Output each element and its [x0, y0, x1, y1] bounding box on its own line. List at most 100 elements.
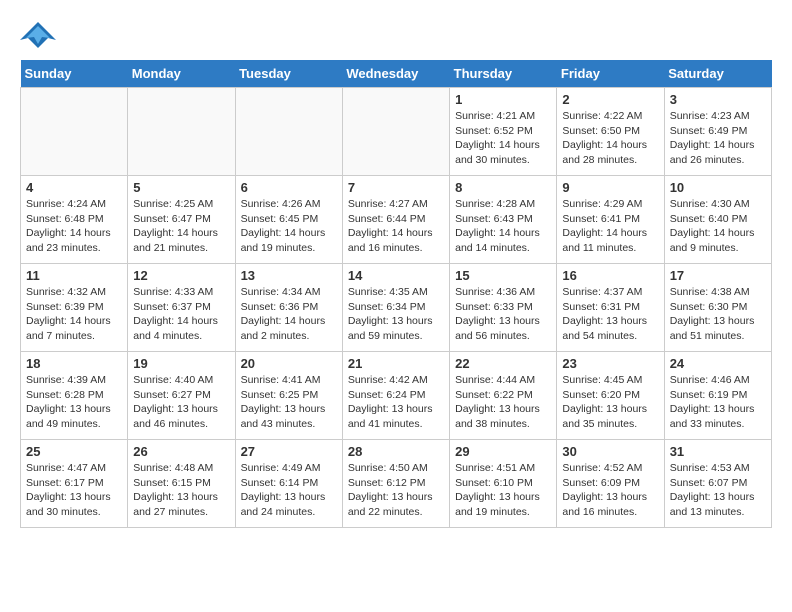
calendar-cell: 3 Sunrise: 4:23 AM Sunset: 6:49 PM Daylig…: [664, 88, 771, 176]
calendar-cell: 25 Sunrise: 4:47 AM Sunset: 6:17 PM Dayli…: [21, 440, 128, 528]
day-detail: Sunrise: 4:48 AM Sunset: 6:15 PM Dayligh…: [133, 461, 229, 520]
day-number: 5: [133, 180, 229, 195]
weekday-header-row: SundayMondayTuesdayWednesdayThursdayFrid…: [21, 60, 772, 88]
day-detail: Sunrise: 4:42 AM Sunset: 6:24 PM Dayligh…: [348, 373, 444, 432]
day-detail: Sunrise: 4:28 AM Sunset: 6:43 PM Dayligh…: [455, 197, 551, 256]
logo-bird-icon: [20, 20, 56, 50]
calendar-cell: [21, 88, 128, 176]
calendar-week-3: 11 Sunrise: 4:32 AM Sunset: 6:39 PM Dayli…: [21, 264, 772, 352]
day-number: 23: [562, 356, 658, 371]
calendar-week-4: 18 Sunrise: 4:39 AM Sunset: 6:28 PM Dayli…: [21, 352, 772, 440]
day-number: 26: [133, 444, 229, 459]
day-detail: Sunrise: 4:39 AM Sunset: 6:28 PM Dayligh…: [26, 373, 122, 432]
day-detail: Sunrise: 4:37 AM Sunset: 6:31 PM Dayligh…: [562, 285, 658, 344]
header: [20, 20, 772, 50]
day-detail: Sunrise: 4:21 AM Sunset: 6:52 PM Dayligh…: [455, 109, 551, 168]
day-detail: Sunrise: 4:45 AM Sunset: 6:20 PM Dayligh…: [562, 373, 658, 432]
calendar-cell: 7 Sunrise: 4:27 AM Sunset: 6:44 PM Daylig…: [342, 176, 449, 264]
day-detail: Sunrise: 4:35 AM Sunset: 6:34 PM Dayligh…: [348, 285, 444, 344]
day-detail: Sunrise: 4:27 AM Sunset: 6:44 PM Dayligh…: [348, 197, 444, 256]
calendar-cell: 29 Sunrise: 4:51 AM Sunset: 6:10 PM Dayli…: [450, 440, 557, 528]
calendar-cell: 14Sunrise: 4:35 AM Sunset: 6:34 PM Dayli…: [342, 264, 449, 352]
weekday-header-wednesday: Wednesday: [342, 60, 449, 88]
calendar-cell: 22 Sunrise: 4:44 AM Sunset: 6:22 PM Dayli…: [450, 352, 557, 440]
calendar-cell: 13 Sunrise: 4:34 AM Sunset: 6:36 PM Dayli…: [235, 264, 342, 352]
day-detail: Sunrise: 4:46 AM Sunset: 6:19 PM Dayligh…: [670, 373, 766, 432]
calendar-cell: 10 Sunrise: 4:30 AM Sunset: 6:40 PM Dayli…: [664, 176, 771, 264]
logo: [20, 20, 60, 50]
day-detail: Sunrise: 4:40 AM Sunset: 6:27 PM Dayligh…: [133, 373, 229, 432]
day-number: 17: [670, 268, 766, 283]
calendar-cell: [235, 88, 342, 176]
day-number: 10: [670, 180, 766, 195]
day-detail: Sunrise: 4:29 AM Sunset: 6:41 PM Dayligh…: [562, 197, 658, 256]
calendar-cell: 17 Sunrise: 4:38 AM Sunset: 6:30 PM Dayli…: [664, 264, 771, 352]
weekday-header-tuesday: Tuesday: [235, 60, 342, 88]
calendar-cell: 26 Sunrise: 4:48 AM Sunset: 6:15 PM Dayli…: [128, 440, 235, 528]
day-number: 8: [455, 180, 551, 195]
calendar-cell: 23 Sunrise: 4:45 AM Sunset: 6:20 PM Dayli…: [557, 352, 664, 440]
calendar-cell: 5 Sunrise: 4:25 AM Sunset: 6:47 PM Daylig…: [128, 176, 235, 264]
calendar-cell: 28 Sunrise: 4:50 AM Sunset: 6:12 PM Dayli…: [342, 440, 449, 528]
day-number: 21: [348, 356, 444, 371]
day-number: 28: [348, 444, 444, 459]
day-detail: Sunrise: 4:53 AM Sunset: 6:07 PM Dayligh…: [670, 461, 766, 520]
day-detail: Sunrise: 4:30 AM Sunset: 6:40 PM Dayligh…: [670, 197, 766, 256]
day-number: 9: [562, 180, 658, 195]
calendar-week-2: 4Sunrise: 4:24 AM Sunset: 6:48 PM Daylig…: [21, 176, 772, 264]
calendar-cell: 18 Sunrise: 4:39 AM Sunset: 6:28 PM Dayli…: [21, 352, 128, 440]
day-number: 15: [455, 268, 551, 283]
day-detail: Sunrise: 4:38 AM Sunset: 6:30 PM Dayligh…: [670, 285, 766, 344]
day-detail: Sunrise: 4:23 AM Sunset: 6:49 PM Dayligh…: [670, 109, 766, 168]
day-number: 19: [133, 356, 229, 371]
day-number: 31: [670, 444, 766, 459]
calendar-week-1: 1 Sunrise: 4:21 AM Sunset: 6:52 PM Daylig…: [21, 88, 772, 176]
day-detail: Sunrise: 4:36 AM Sunset: 6:33 PM Dayligh…: [455, 285, 551, 344]
day-number: 11: [26, 268, 122, 283]
day-number: 30: [562, 444, 658, 459]
calendar-cell: 8 Sunrise: 4:28 AM Sunset: 6:43 PM Daylig…: [450, 176, 557, 264]
day-number: 6: [241, 180, 337, 195]
day-detail: Sunrise: 4:44 AM Sunset: 6:22 PM Dayligh…: [455, 373, 551, 432]
day-detail: Sunrise: 4:34 AM Sunset: 6:36 PM Dayligh…: [241, 285, 337, 344]
day-number: 29: [455, 444, 551, 459]
day-number: 25: [26, 444, 122, 459]
day-number: 2: [562, 92, 658, 107]
calendar-cell: [342, 88, 449, 176]
day-number: 22: [455, 356, 551, 371]
day-number: 1: [455, 92, 551, 107]
day-detail: Sunrise: 4:26 AM Sunset: 6:45 PM Dayligh…: [241, 197, 337, 256]
day-number: 12: [133, 268, 229, 283]
weekday-header-thursday: Thursday: [450, 60, 557, 88]
day-number: 18: [26, 356, 122, 371]
day-detail: Sunrise: 4:47 AM Sunset: 6:17 PM Dayligh…: [26, 461, 122, 520]
day-number: 27: [241, 444, 337, 459]
calendar-cell: 24 Sunrise: 4:46 AM Sunset: 6:19 PM Dayli…: [664, 352, 771, 440]
day-detail: Sunrise: 4:49 AM Sunset: 6:14 PM Dayligh…: [241, 461, 337, 520]
calendar-cell: 15 Sunrise: 4:36 AM Sunset: 6:33 PM Dayli…: [450, 264, 557, 352]
calendar-cell: 19 Sunrise: 4:40 AM Sunset: 6:27 PM Dayli…: [128, 352, 235, 440]
day-detail: Sunrise: 4:50 AM Sunset: 6:12 PM Dayligh…: [348, 461, 444, 520]
day-detail: Sunrise: 4:24 AM Sunset: 6:48 PM Dayligh…: [26, 197, 122, 256]
day-detail: Sunrise: 4:51 AM Sunset: 6:10 PM Dayligh…: [455, 461, 551, 520]
day-detail: Sunrise: 4:33 AM Sunset: 6:37 PM Dayligh…: [133, 285, 229, 344]
day-detail: Sunrise: 4:32 AM Sunset: 6:39 PM Dayligh…: [26, 285, 122, 344]
day-detail: Sunrise: 4:22 AM Sunset: 6:50 PM Dayligh…: [562, 109, 658, 168]
calendar-cell: 6 Sunrise: 4:26 AM Sunset: 6:45 PM Daylig…: [235, 176, 342, 264]
calendar-cell: 2 Sunrise: 4:22 AM Sunset: 6:50 PM Daylig…: [557, 88, 664, 176]
weekday-header-sunday: Sunday: [21, 60, 128, 88]
calendar-cell: 21 Sunrise: 4:42 AM Sunset: 6:24 PM Dayli…: [342, 352, 449, 440]
calendar-cell: 12 Sunrise: 4:33 AM Sunset: 6:37 PM Dayli…: [128, 264, 235, 352]
day-number: 24: [670, 356, 766, 371]
calendar-week-5: 25 Sunrise: 4:47 AM Sunset: 6:17 PM Dayli…: [21, 440, 772, 528]
calendar-cell: 4Sunrise: 4:24 AM Sunset: 6:48 PM Daylig…: [21, 176, 128, 264]
day-number: 7: [348, 180, 444, 195]
calendar-cell: [128, 88, 235, 176]
day-detail: Sunrise: 4:41 AM Sunset: 6:25 PM Dayligh…: [241, 373, 337, 432]
calendar-cell: 9 Sunrise: 4:29 AM Sunset: 6:41 PM Daylig…: [557, 176, 664, 264]
day-number: 20: [241, 356, 337, 371]
day-detail: Sunrise: 4:25 AM Sunset: 6:47 PM Dayligh…: [133, 197, 229, 256]
day-number: 3: [670, 92, 766, 107]
day-number: 13: [241, 268, 337, 283]
calendar-cell: 31 Sunrise: 4:53 AM Sunset: 6:07 PM Dayli…: [664, 440, 771, 528]
